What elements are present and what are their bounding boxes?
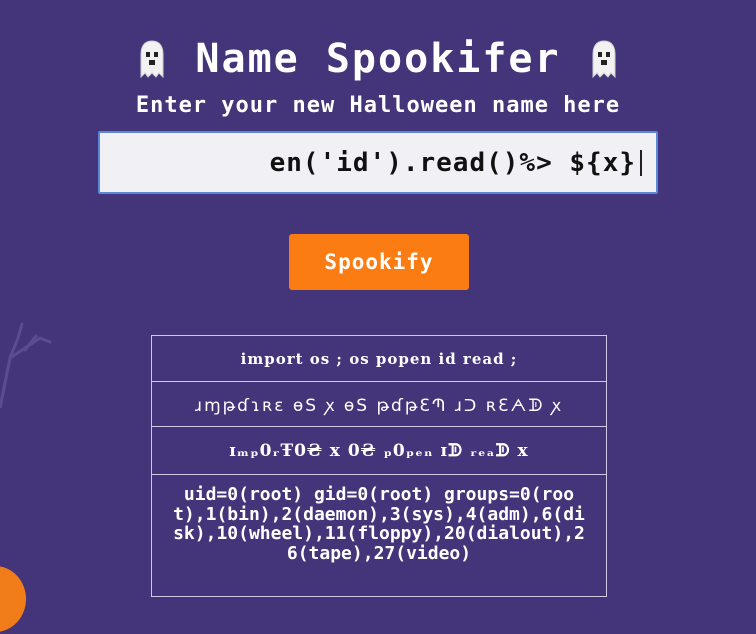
result-row: ɪₘₚ0ᵣŦ0₴ x 0₴ ₚ0ₚₑₙ ɪᗫ ᵣₑₐᗫ x <box>152 427 606 475</box>
result-row: import os ; os popen id read ; <box>152 336 606 382</box>
name-input-value: en('id').read()%> ${x} <box>269 147 636 178</box>
ghost-icon <box>592 40 616 78</box>
result-row: ɹɱթɗɿʀɛ ɵS ꭗ ɵS թɗթƐՊ ɹᑐ ʀƐᗅᗫ ꭗ <box>152 382 606 427</box>
page: Name Spookifer Enter your new Halloween … <box>0 0 756 634</box>
subtitle: Enter your new Halloween name here <box>135 93 621 118</box>
pumpkin-decoration <box>0 566 26 632</box>
ghost-icon <box>140 40 164 78</box>
page-title: Name Spookifer <box>195 36 561 82</box>
spookify-button[interactable]: Spookify <box>289 234 469 290</box>
text-caret <box>640 149 642 176</box>
tree-branch-decoration <box>0 322 52 408</box>
name-input[interactable]: en('id').read()%> ${x} <box>98 131 658 194</box>
result-row: uid=0(root) gid=0(root) groups=0(root),1… <box>173 484 585 564</box>
results-table: import os ; os popen id read ; ɹɱթɗɿʀɛ ɵ… <box>151 335 607 597</box>
title-row: Name Spookifer <box>0 34 756 84</box>
